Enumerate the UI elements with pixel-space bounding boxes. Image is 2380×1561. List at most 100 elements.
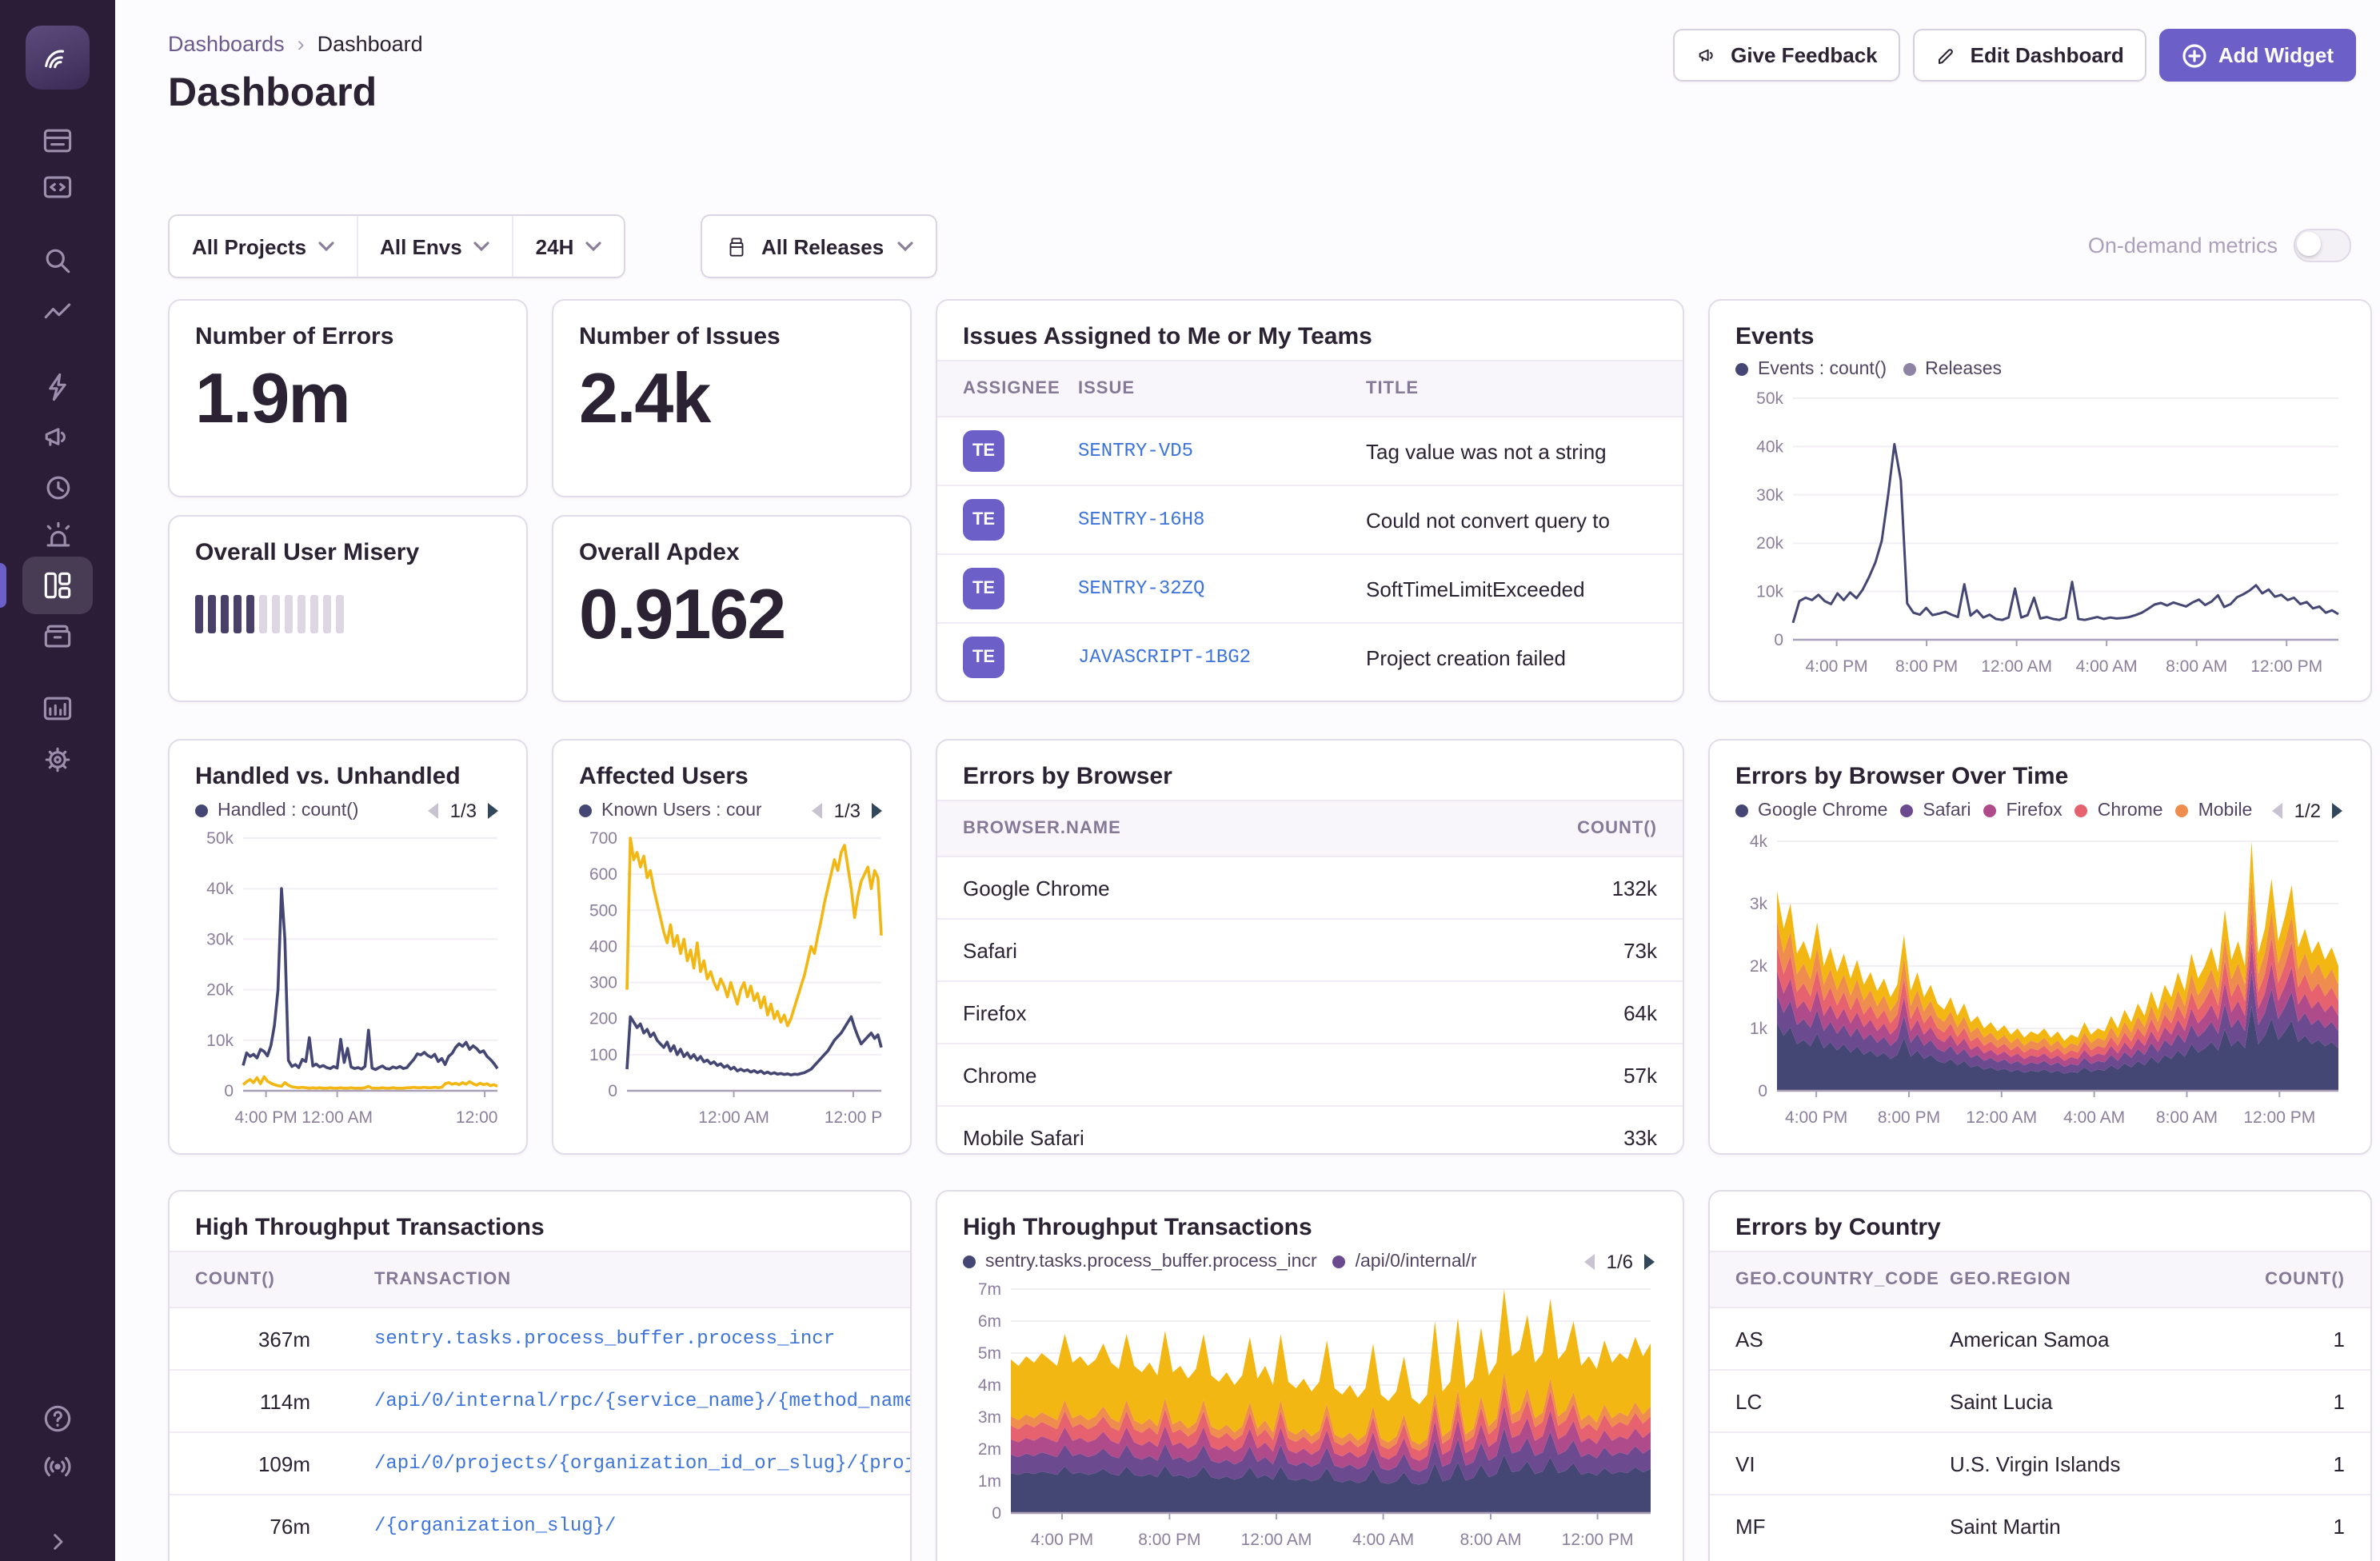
- svg-text:12:00 AM: 12:00 AM: [1241, 1531, 1312, 1549]
- project-filter[interactable]: All Projects: [170, 216, 356, 277]
- date-range-filter[interactable]: 24H: [511, 216, 624, 277]
- table-row[interactable]: Firefox 64k: [937, 982, 1683, 1044]
- table-row[interactable]: TE SENTRY-16H8 Could not convert query t…: [937, 486, 1683, 555]
- table-row[interactable]: 76m /{organization_slug}/: [170, 1495, 910, 1556]
- table-row[interactable]: LC Saint Lucia 1: [1710, 1371, 2370, 1433]
- lightning-icon: [49, 373, 66, 401]
- svg-text:4:00 AM: 4:00 AM: [2076, 657, 2138, 676]
- transaction-link[interactable]: /api/0/projects/{organization_id_or_slug…: [336, 1452, 910, 1475]
- sidebar-item-releases[interactable]: [22, 608, 93, 665]
- svg-text:8:00 PM: 8:00 PM: [1895, 657, 1958, 676]
- sentry-logo-icon[interactable]: [26, 26, 90, 90]
- events-chart[interactable]: 0 10k 20k 30k 40k 50k 4:00 PM 8:00 PM 12:00 AM 4:…: [1735, 385, 2345, 681]
- table-row[interactable]: TE SENTRY-32ZQ SoftTimeLimitExceeded: [937, 555, 1683, 624]
- affected-users-chart[interactable]: 0 100 200 300 400 500 600 700 12:00 AM 12:00 P: [579, 828, 885, 1132]
- table-row[interactable]: 109m /api/0/projects/{organization_id_or…: [170, 1433, 910, 1495]
- prev-page-icon[interactable]: [1583, 1252, 1597, 1272]
- prev-page-icon[interactable]: [810, 801, 825, 820]
- edit-dashboard-button[interactable]: Edit Dashboard: [1912, 29, 2146, 82]
- breadcrumb-dashboards-link[interactable]: Dashboards: [168, 32, 285, 56]
- svg-text:0: 0: [992, 1504, 1001, 1523]
- clock-rewind-icon: [46, 476, 70, 500]
- next-page-icon[interactable]: [486, 801, 501, 820]
- sidebar-item-settings[interactable]: [22, 731, 93, 788]
- prev-page-icon[interactable]: [2270, 801, 2285, 820]
- svg-text:20k: 20k: [1756, 534, 1783, 553]
- release-filter[interactable]: All Releases: [701, 214, 937, 278]
- widget-high-throughput-chart: High Throughput Transactions sentry.task…: [936, 1190, 1684, 1561]
- svg-text:12:00 PM: 12:00 PM: [2243, 1108, 2315, 1127]
- on-demand-metrics-toggle[interactable]: [2294, 229, 2351, 262]
- transaction-link[interactable]: /api/0/internal/rpc/{service_name}/{meth…: [336, 1390, 910, 1412]
- svg-text:50k: 50k: [1756, 389, 1783, 408]
- table-row[interactable]: AS American Samoa 1: [1710, 1308, 2370, 1371]
- issue-link[interactable]: SENTRY-32ZQ: [1078, 577, 1366, 600]
- table-row[interactable]: Google Chrome 132k: [937, 857, 1683, 920]
- assignee-avatar[interactable]: TE: [963, 568, 1004, 609]
- transaction-link[interactable]: /{organization_slug}/: [336, 1515, 910, 1537]
- chart-legend: Known Users : cour 1/3: [579, 800, 885, 822]
- legend-pager: 1/2: [2270, 800, 2345, 822]
- issues-icon: [43, 129, 72, 153]
- issue-link[interactable]: JAVASCRIPT-1BG2: [1078, 646, 1366, 669]
- assignee-avatar[interactable]: TE: [963, 430, 1004, 472]
- next-page-icon[interactable]: [2330, 801, 2345, 820]
- table-row[interactable]: MF Saint Martin 1: [1710, 1495, 2370, 1556]
- page-filter-bar: All Projects All Envs 24H: [168, 214, 625, 278]
- give-feedback-button[interactable]: Give Feedback: [1673, 29, 1900, 82]
- assignee-avatar[interactable]: TE: [963, 637, 1004, 678]
- overall-apdex-value: 0.9162: [579, 576, 786, 654]
- table-row[interactable]: TE SENTRY-VD5 Tag value was not a string: [937, 417, 1683, 486]
- legend-dot: [1900, 804, 1914, 817]
- svg-text:4:00 PM: 4:00 PM: [1031, 1531, 1093, 1549]
- handled-vs-unhandled-chart[interactable]: 0 10k 20k 30k 40k 50k 4:00 PM12:00 AM 12:00 P: [195, 828, 501, 1132]
- issue-link[interactable]: SENTRY-VD5: [1078, 440, 1366, 462]
- svg-text:50k: 50k: [206, 829, 234, 848]
- sidebar-item-dashboards[interactable]: [22, 557, 93, 614]
- svg-text:1m: 1m: [978, 1472, 1001, 1491]
- help-icon: [44, 1405, 71, 1432]
- prev-page-icon[interactable]: [426, 801, 441, 820]
- sidebar-item-broadcast[interactable]: [22, 1438, 93, 1495]
- table-row[interactable]: 114m /api/0/internal/rpc/{service_name}/…: [170, 1371, 910, 1433]
- chart-legend: Handled : count() 1/3: [195, 800, 501, 822]
- high-throughput-transactions-chart[interactable]: 0 1m 2m 3m 4m 5m 6m 7m 4:00 PM 8:00 PM 12:00 AM 4:0…: [963, 1280, 1657, 1555]
- sidebar-item-stats[interactable]: [22, 680, 93, 737]
- transaction-link[interactable]: sentry.tasks.process_buffer.process_incr: [336, 1327, 910, 1350]
- errors-by-browser-over-time-chart[interactable]: 0 1k 2k 3k 4k 4:00 PM 8:00 PM 12:00 AM 4:00 AM 8:…: [1735, 828, 2345, 1132]
- next-page-icon[interactable]: [870, 801, 885, 820]
- table-row[interactable]: Chrome 57k: [937, 1044, 1683, 1107]
- widget-title: Overall Apdex: [579, 539, 740, 566]
- legend-dot: [963, 1256, 976, 1268]
- app-window: Dashboards › Dashboard Dashboard Give Fe…: [0, 0, 2380, 1561]
- add-widget-button[interactable]: Add Widget: [2158, 29, 2356, 82]
- environment-filter[interactable]: All Envs: [356, 216, 512, 277]
- number-of-errors-value: 1.9m: [195, 360, 351, 438]
- widget-events: Events Events : count() Releases 0 10k 20k…: [1708, 299, 2372, 702]
- number-of-issues-value: 2.4k: [579, 360, 711, 438]
- sidebar-item-traces[interactable]: [22, 285, 93, 342]
- table-header: BROWSER.NAME COUNT(): [937, 800, 1683, 857]
- table-row[interactable]: Safari 73k: [937, 920, 1683, 982]
- widget-title: Events: [1735, 323, 1815, 350]
- table-row[interactable]: Mobile Safari 33k: [937, 1107, 1683, 1153]
- sidebar-item-search[interactable]: [22, 232, 93, 289]
- table-row[interactable]: 367m sentry.tasks.process_buffer.process…: [170, 1308, 910, 1371]
- svg-text:12:00 AM: 12:00 AM: [698, 1108, 769, 1127]
- chevron-down-icon: [317, 242, 333, 251]
- sidebar-item-feedback[interactable]: [22, 408, 93, 465]
- svg-text:200: 200: [589, 1010, 617, 1028]
- sidebar-item-projects[interactable]: [22, 158, 93, 216]
- table-row[interactable]: TE JAVASCRIPT-1BG2 Project creation fail…: [937, 624, 1683, 691]
- svg-text:2m: 2m: [978, 1440, 1001, 1459]
- megaphone-icon: [1699, 49, 1713, 62]
- page-title: Dashboard: [168, 70, 377, 115]
- svg-text:600: 600: [589, 865, 617, 884]
- issue-link[interactable]: SENTRY-16H8: [1078, 509, 1366, 531]
- widget-issues-assigned: Issues Assigned to Me or My Teams ASSIGN…: [936, 299, 1684, 702]
- svg-text:4:00 AM: 4:00 AM: [2063, 1108, 2125, 1127]
- sidebar-collapse-button[interactable]: [22, 1513, 93, 1561]
- table-row[interactable]: VI U.S. Virgin Islands 1: [1710, 1433, 2370, 1495]
- assignee-avatar[interactable]: TE: [963, 499, 1004, 541]
- next-page-icon[interactable]: [1643, 1252, 1657, 1272]
